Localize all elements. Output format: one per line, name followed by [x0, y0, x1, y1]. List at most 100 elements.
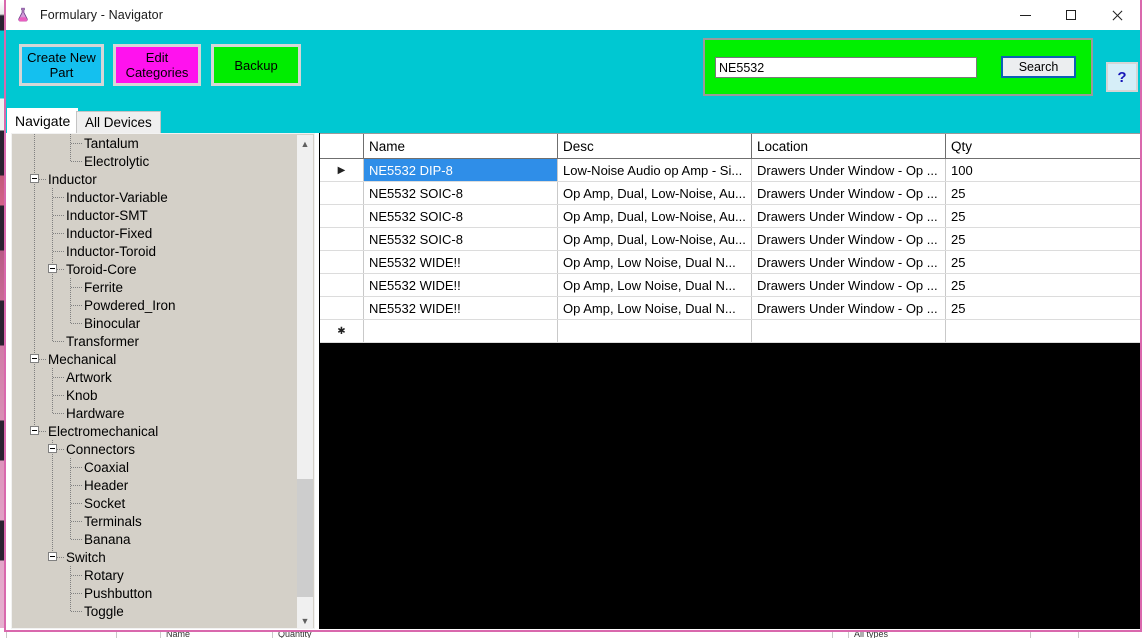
close-button[interactable] [1094, 0, 1140, 30]
search-input[interactable] [715, 57, 977, 78]
grid-cell-name[interactable]: NE5532 SOIC-8 [364, 228, 558, 250]
tree-node[interactable]: Terminals [12, 512, 298, 530]
grid-row[interactable]: NE5532 WIDE!! Op Amp, Low Noise, Dual N..… [320, 274, 1140, 297]
grid-row[interactable]: NE5532 SOIC-8 Op Amp, Dual, Low-Noise, Au… [320, 182, 1140, 205]
tree-node[interactable]: Mechanical [12, 350, 298, 368]
tree-collapse-icon[interactable] [48, 444, 57, 453]
grid-cell-name[interactable] [364, 320, 558, 342]
grid-row-selector[interactable] [320, 182, 364, 204]
grid-cell-qty[interactable]: 25 [946, 228, 1140, 250]
grid-row[interactable]: NE5532 WIDE!! Op Amp, Low Noise, Dual N..… [320, 251, 1140, 274]
grid-cell-qty[interactable]: 25 [946, 205, 1140, 227]
grid-row-selector[interactable] [320, 205, 364, 227]
grid-cell-desc[interactable]: Low-Noise Audio op Amp - Si... [558, 159, 752, 181]
maximize-button[interactable] [1048, 0, 1094, 30]
grid-cell-desc[interactable]: Op Amp, Dual, Low-Noise, Au... [558, 228, 752, 250]
grid-cell-location[interactable]: Drawers Under Window - Op ... [752, 182, 946, 204]
tree-collapse-icon[interactable] [30, 174, 39, 183]
grid-cell-location[interactable]: Drawers Under Window - Op ... [752, 251, 946, 273]
tree-collapse-icon[interactable] [30, 426, 39, 435]
scroll-up-arrow-icon[interactable]: ▲ [297, 135, 313, 152]
scroll-down-arrow-icon[interactable]: ▼ [297, 612, 313, 628]
tree-collapse-icon[interactable] [30, 354, 39, 363]
grid-row[interactable]: NE5532 WIDE!! Op Amp, Low Noise, Dual N..… [320, 297, 1140, 320]
grid-column-header-location[interactable]: Location [752, 134, 946, 158]
tree-node[interactable]: Hardware [12, 404, 298, 422]
grid-row-selector[interactable] [320, 297, 364, 319]
grid-cell-desc[interactable]: Op Amp, Dual, Low-Noise, Au... [558, 182, 752, 204]
grid-row[interactable]: ✱ [320, 320, 1140, 343]
grid-cell-desc[interactable]: Op Amp, Low Noise, Dual N... [558, 274, 752, 296]
grid-cell-desc[interactable]: Op Amp, Low Noise, Dual N... [558, 251, 752, 273]
tree-node[interactable]: Inductor-Variable [12, 188, 298, 206]
grid-row[interactable]: NE5532 SOIC-8 Op Amp, Dual, Low-Noise, Au… [320, 205, 1140, 228]
grid-row[interactable]: ▶ NE5532 DIP-8 Low-Noise Audio op Amp - Si… [320, 159, 1140, 182]
edit-categories-button[interactable]: Edit Categories [113, 44, 201, 86]
grid-row-selector[interactable]: ✱ [320, 320, 364, 342]
tree-scrollbar-thumb[interactable] [297, 479, 313, 597]
grid-cell-qty[interactable]: 25 [946, 297, 1140, 319]
create-new-part-button[interactable]: Create New Part [19, 44, 104, 86]
grid-cell-qty[interactable]: 25 [946, 251, 1140, 273]
grid-cell-name[interactable]: NE5532 DIP-8 [364, 159, 558, 181]
backup-button[interactable]: Backup [211, 44, 301, 86]
grid-cell-desc[interactable]: Op Amp, Low Noise, Dual N... [558, 297, 752, 319]
grid-column-header-desc[interactable]: Desc [558, 134, 752, 158]
grid-cell-location[interactable]: Drawers Under Window - Op ... [752, 228, 946, 250]
tree-node[interactable]: Coaxial [12, 458, 298, 476]
tree-collapse-icon[interactable] [48, 264, 57, 273]
grid-row-selector[interactable] [320, 228, 364, 250]
search-button[interactable]: Search [1001, 56, 1076, 78]
grid-row[interactable]: NE5532 SOIC-8 Op Amp, Dual, Low-Noise, Au… [320, 228, 1140, 251]
tree-node[interactable]: Socket [12, 494, 298, 512]
grid-column-header-qty[interactable]: Qty [946, 134, 1140, 158]
tree-node[interactable]: Artwork [12, 368, 298, 386]
tree-node[interactable]: Tantalum [12, 134, 298, 152]
grid-cell-location[interactable]: Drawers Under Window - Op ... [752, 274, 946, 296]
grid-cell-qty[interactable]: 100 [946, 159, 1140, 181]
tree-node[interactable]: Ferrite [12, 278, 298, 296]
grid-cell-desc[interactable] [558, 320, 752, 342]
tree-node[interactable]: Pushbutton [12, 584, 298, 602]
grid-column-header-name[interactable]: Name [364, 134, 558, 158]
grid-cell-location[interactable]: Drawers Under Window - Op ... [752, 159, 946, 181]
tree-node[interactable]: Inductor-Toroid [12, 242, 298, 260]
category-tree[interactable]: Tantalum Electrolytic Inductor Inductor-Var… [12, 134, 298, 628]
parts-grid[interactable]: Name Desc Location Qty ▶ NE5532 DIP-8 Low-Nois… [320, 133, 1140, 343]
grid-cell-location[interactable]: Drawers Under Window - Op ... [752, 205, 946, 227]
tree-node[interactable]: Knob [12, 386, 298, 404]
tree-node[interactable]: Toggle [12, 602, 298, 620]
tree-node[interactable]: Powdered_Iron [12, 296, 298, 314]
grid-cell-qty[interactable] [946, 320, 1140, 342]
tree-node[interactable]: Transformer [12, 332, 298, 350]
grid-cell-name[interactable]: NE5532 SOIC-8 [364, 205, 558, 227]
grid-row-selector[interactable] [320, 274, 364, 296]
grid-row-selector[interactable]: ▶ [320, 159, 364, 181]
tree-node[interactable]: Inductor [12, 170, 298, 188]
grid-cell-location[interactable] [752, 320, 946, 342]
grid-cell-desc[interactable]: Op Amp, Dual, Low-Noise, Au... [558, 205, 752, 227]
minimize-button[interactable] [1002, 0, 1048, 30]
tree-node[interactable]: Inductor-Fixed [12, 224, 298, 242]
tree-node[interactable]: Rotary [12, 566, 298, 584]
tree-scrollbar[interactable]: ▲ ▼ [297, 135, 313, 628]
tree-collapse-icon[interactable] [48, 552, 57, 561]
grid-cell-location[interactable]: Drawers Under Window - Op ... [752, 297, 946, 319]
grid-cell-qty[interactable]: 25 [946, 182, 1140, 204]
help-button[interactable]: ? [1106, 62, 1138, 92]
tab-navigate[interactable]: Navigate [7, 108, 79, 133]
grid-row-selector[interactable] [320, 251, 364, 273]
tree-node[interactable]: Header [12, 476, 298, 494]
grid-cell-qty[interactable]: 25 [946, 274, 1140, 296]
grid-cell-name[interactable]: NE5532 WIDE!! [364, 251, 558, 273]
tree-node[interactable]: Binocular [12, 314, 298, 332]
tab-all-devices[interactable]: All Devices [76, 111, 161, 133]
tree-node[interactable]: Inductor-SMT [12, 206, 298, 224]
tree-node[interactable]: Switch [12, 548, 298, 566]
tree-node[interactable]: Banana [12, 530, 298, 548]
grid-cell-name[interactable]: NE5532 WIDE!! [364, 297, 558, 319]
grid-cell-name[interactable]: NE5532 SOIC-8 [364, 182, 558, 204]
tree-node[interactable]: Toroid-Core [12, 260, 298, 278]
tree-node[interactable]: Electromechanical [12, 422, 298, 440]
grid-cell-name[interactable]: NE5532 WIDE!! [364, 274, 558, 296]
